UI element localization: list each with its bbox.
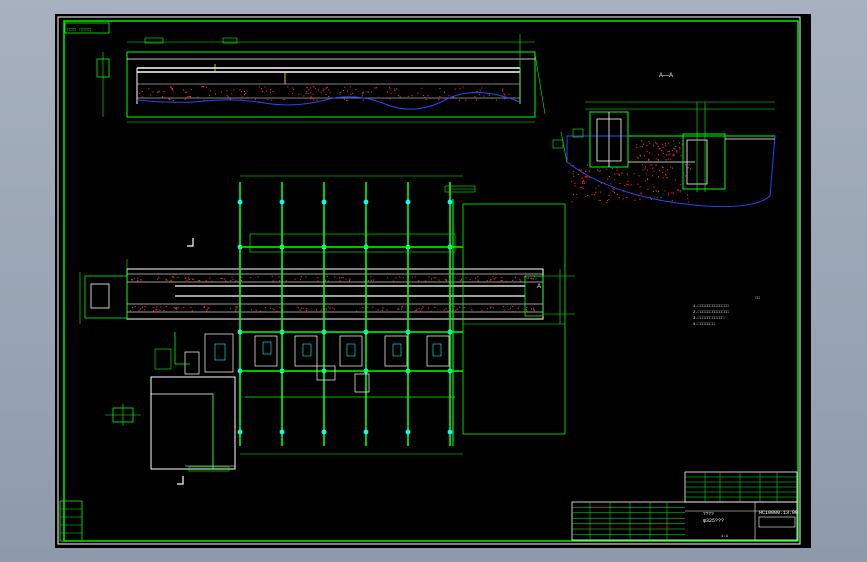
- section-label: A—A: [659, 73, 673, 79]
- scale-label: ????: [703, 511, 714, 517]
- outer-frame: [57, 16, 801, 545]
- cad-viewport[interactable]: □□□ □□□□ A—A A □□ 1.□□□□□□□□□□□□□ 2.□□□□…: [55, 14, 811, 548]
- title-tag: □□□ □□□□: [67, 27, 91, 33]
- note-4: 4.□□□□□□□: [693, 322, 715, 327]
- note-3: 3.□□□□□□□□□□□: [693, 316, 725, 321]
- top-elevation-view: [96, 34, 546, 123]
- note-1: 1.□□□□□□□□□□□□□: [693, 304, 730, 309]
- view-mark-a: A: [537, 284, 541, 290]
- cad-drawing: □□□ □□□□ A—A A □□ 1.□□□□□□□□□□□□□ 2.□□□□…: [57, 16, 801, 545]
- note-2: 2.□□□□□□□□□□□□□: [693, 310, 730, 315]
- drawing-number: HC10000.13.00: [759, 510, 798, 516]
- main-plan-view: A: [79, 175, 575, 485]
- title-block: HC10000.13.00 φ325??? ???? 1:1: [571, 471, 798, 541]
- section-a-a-view: A—A: [552, 73, 776, 208]
- inner-frame: [63, 20, 799, 542]
- notes-title: □□: [755, 296, 761, 301]
- drawing-name: φ325???: [703, 518, 724, 524]
- revision-strip: [59, 500, 83, 542]
- quantity: 1:1: [721, 535, 729, 539]
- notes-block: □□ 1.□□□□□□□□□□□□□ 2.□□□□□□□□□□□□□ 3.□□□…: [693, 296, 761, 327]
